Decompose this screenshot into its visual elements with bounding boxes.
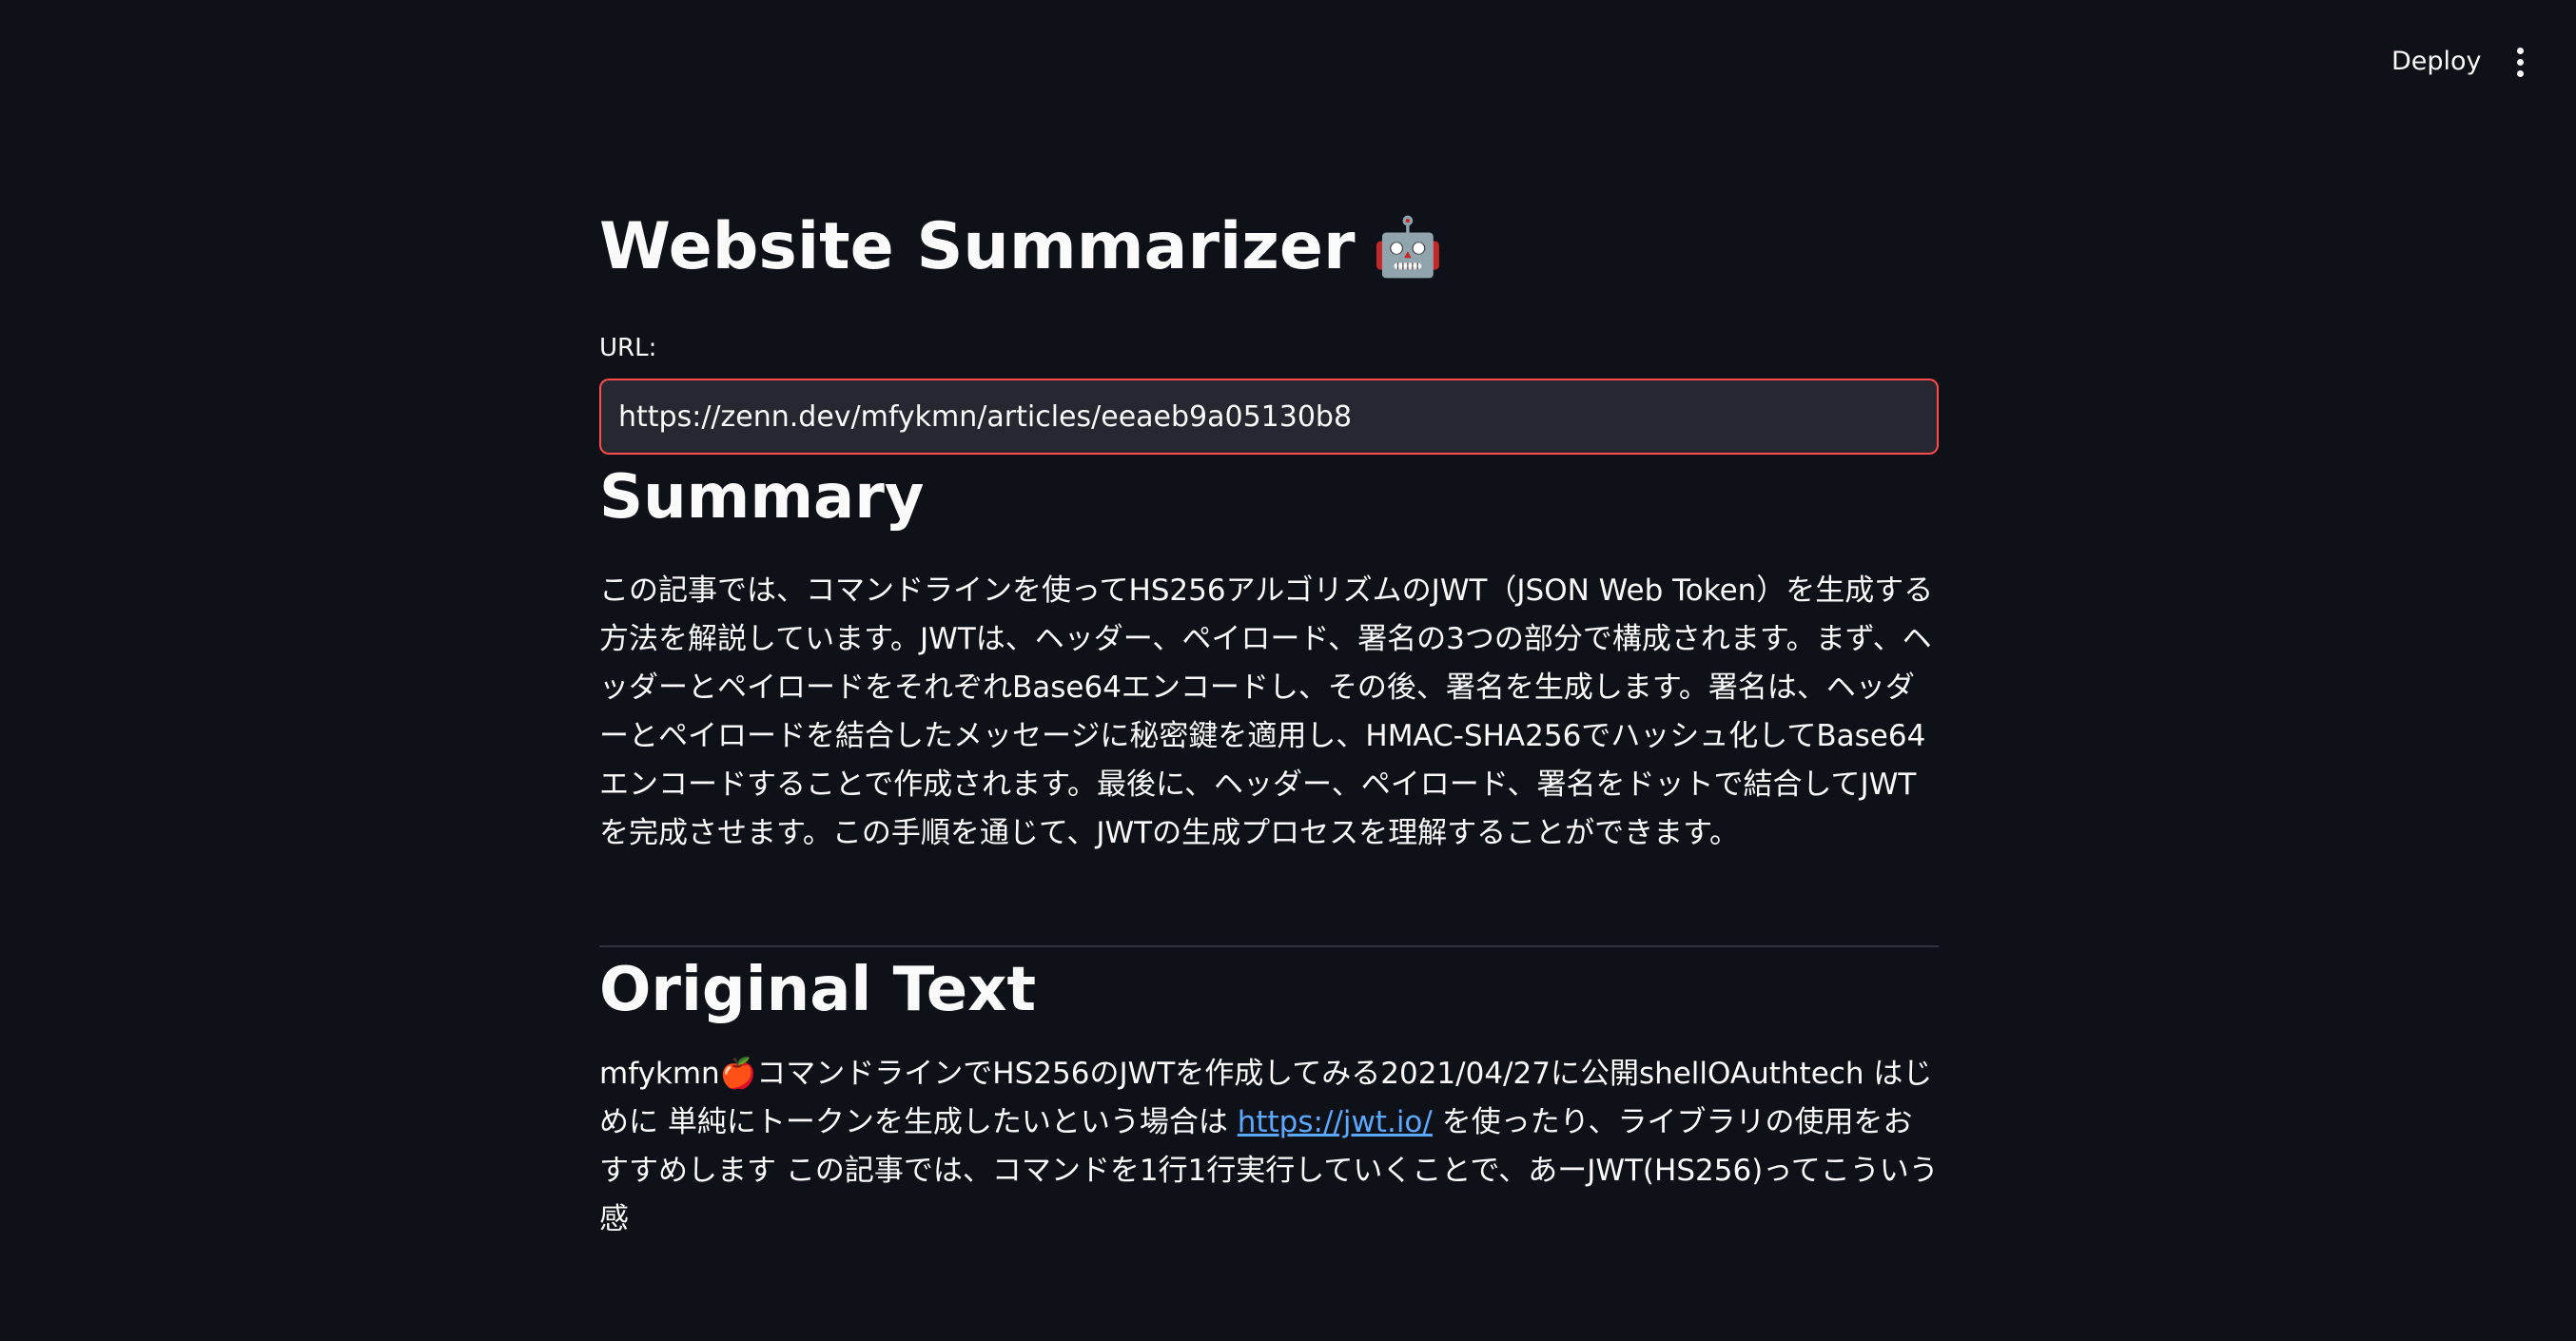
original-text-body: mfykmn🍎コマンドラインでHS256のJWTを作成してみる2021/04/2… <box>599 1050 1939 1244</box>
page-title: Website Summarizer 🤖 <box>599 200 1939 295</box>
original-text-heading: Original Text <box>599 955 1037 1025</box>
summary-text: この記事では、コマンドラインを使ってHS256アルゴリズムのJWT（JSON W… <box>599 573 1934 850</box>
url-label: URL: <box>599 334 657 362</box>
summary-heading: Summary <box>599 462 925 533</box>
url-input[interactable] <box>599 379 1939 455</box>
page-title-text: Website Summarizer <box>599 209 1356 284</box>
more-options-icon[interactable] <box>2500 38 2540 86</box>
robot-icon: 🤖 <box>1372 214 1444 281</box>
jwt-io-link[interactable]: https://jwt.io/ <box>1238 1105 1433 1139</box>
top-toolbar: Deploy <box>0 0 2576 114</box>
deploy-button[interactable]: Deploy <box>2374 38 2499 86</box>
main-content: Website Summarizer 🤖 URL: Summary この記事では… <box>599 200 1939 1244</box>
